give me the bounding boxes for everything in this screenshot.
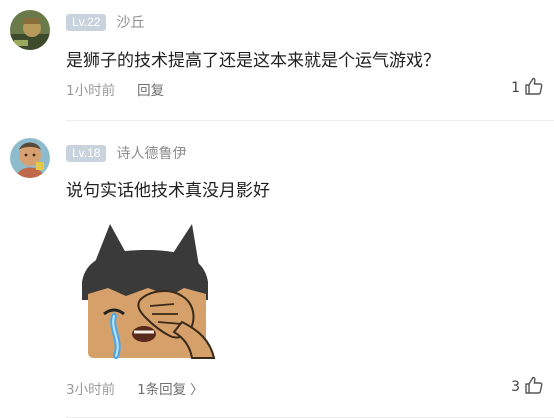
reply-count-label: 1条回复 xyxy=(137,382,187,398)
comment-item: Lv.22 沙丘 是狮子的技术提高了还是这本来就是个运气游戏？ 1小时前 回复 … xyxy=(0,0,554,121)
view-replies-button[interactable]: 1条回复 〉 xyxy=(137,378,203,398)
comment-item: Lv.18 诗人德鲁伊 说句实话他技术真没月影好 3小时前 1条回复 〉 3 xyxy=(0,126,554,418)
like-count: 1 xyxy=(511,80,520,96)
like-button[interactable]: 1 xyxy=(511,77,544,99)
reply-label: 回复 xyxy=(137,83,165,99)
thumbs-up-icon xyxy=(524,375,544,399)
username[interactable]: 沙丘 xyxy=(116,12,144,32)
level-badge: Lv.22 xyxy=(66,13,107,31)
divider xyxy=(66,120,554,121)
avatar[interactable] xyxy=(10,10,50,50)
like-count: 3 xyxy=(511,379,520,395)
avatar[interactable] xyxy=(10,138,50,178)
crying-cat-sticker[interactable] xyxy=(74,222,224,362)
timestamp: 1小时前 xyxy=(66,83,116,99)
comment-meta: 3小时前 1条回复 〉 xyxy=(66,378,203,398)
user-info: Lv.18 诗人德鲁伊 xyxy=(66,143,186,163)
user-info: Lv.22 沙丘 xyxy=(66,12,144,32)
like-button[interactable]: 3 xyxy=(511,376,544,398)
comment-text: 说句实话他技术真没月影好 xyxy=(66,181,270,201)
username[interactable]: 诗人德鲁伊 xyxy=(116,143,186,163)
level-badge: Lv.18 xyxy=(66,144,107,162)
reply-button[interactable]: 回复 xyxy=(137,79,164,99)
comment-text: 是狮子的技术提高了还是这本来就是个运气游戏？ xyxy=(66,51,440,71)
thumbs-up-icon xyxy=(524,76,544,100)
chevron-right-icon: 〉 xyxy=(190,382,204,398)
comment-meta: 1小时前 回复 xyxy=(66,79,164,99)
timestamp: 3小时前 xyxy=(66,382,116,398)
